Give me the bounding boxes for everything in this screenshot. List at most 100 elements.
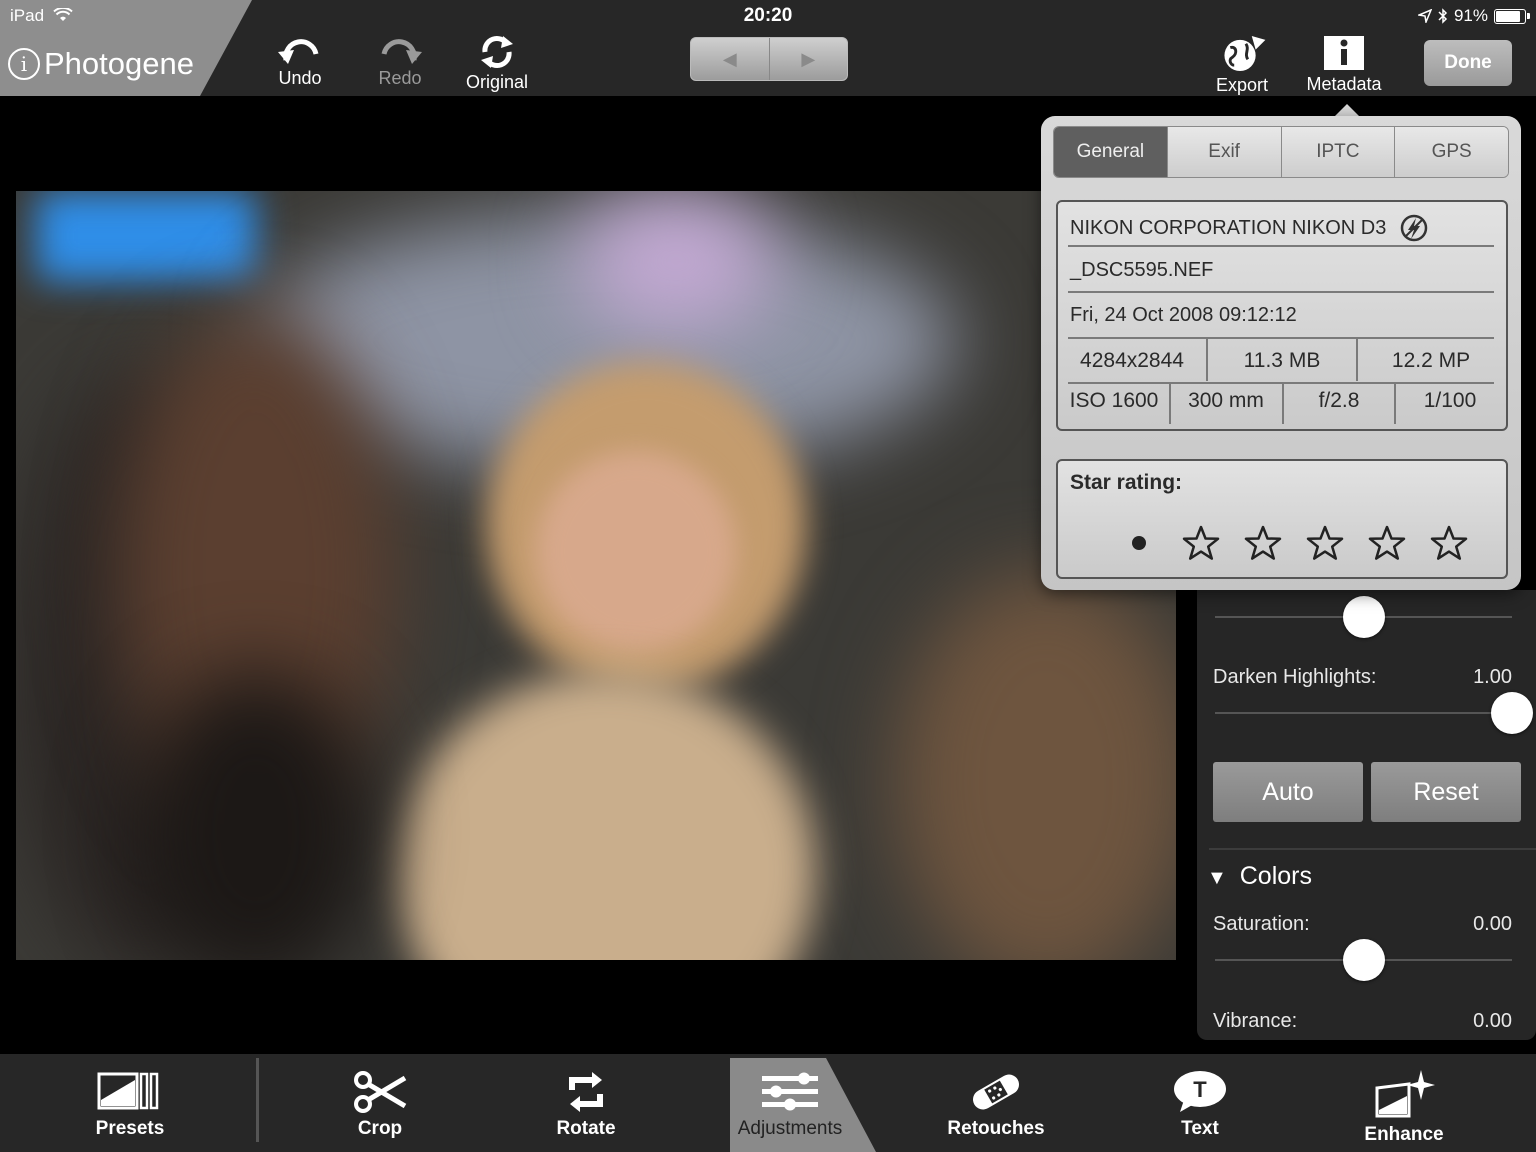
row-divider bbox=[1068, 382, 1494, 384]
star-icon bbox=[1368, 525, 1406, 560]
speech-bubble-icon: T bbox=[1174, 1071, 1226, 1112]
darken-highlights-knob[interactable] bbox=[1491, 692, 1533, 734]
sliders-icon bbox=[762, 1072, 818, 1111]
rotate-tool[interactable]: Rotate bbox=[536, 1054, 636, 1152]
presets-icon bbox=[97, 1072, 159, 1110]
aperture: f/2.8 bbox=[1318, 389, 1360, 412]
text-tool[interactable]: T Text bbox=[1150, 1054, 1250, 1152]
saturation-row: Saturation: 0.00 bbox=[1213, 913, 1512, 936]
no-rating-dot[interactable] bbox=[1108, 521, 1170, 565]
chevron-left-icon: ◀ bbox=[722, 48, 737, 69]
disclosure-triangle-icon: ▼ bbox=[1207, 867, 1227, 889]
undo-label: Undo bbox=[278, 68, 322, 88]
star-1[interactable] bbox=[1170, 521, 1232, 565]
info-square-icon bbox=[1324, 36, 1364, 70]
done-button[interactable]: Done bbox=[1424, 40, 1512, 86]
vibrance-label: Vibrance: bbox=[1213, 1010, 1298, 1032]
crop-tool[interactable]: Crop bbox=[330, 1054, 430, 1152]
export-globe-icon bbox=[1224, 35, 1266, 72]
photo-bg-pink bbox=[576, 191, 776, 331]
status-right: 91% bbox=[1417, 6, 1530, 26]
camera-model: NIKON CORPORATION NIKON D3 bbox=[1070, 216, 1387, 239]
original-icon bbox=[481, 36, 513, 68]
auto-button[interactable]: Auto bbox=[1213, 762, 1363, 822]
photo-canvas[interactable] bbox=[16, 191, 1176, 960]
vibrance-row: Vibrance: 0.00 bbox=[1213, 1010, 1512, 1033]
photo-person-right bbox=[896, 571, 1176, 960]
retouches-tool[interactable]: Retouches bbox=[936, 1054, 1056, 1152]
colors-section-header[interactable]: ▼ Colors bbox=[1207, 862, 1512, 891]
redo-button[interactable]: Redo bbox=[370, 34, 430, 96]
star-3[interactable] bbox=[1294, 521, 1356, 565]
star-5[interactable] bbox=[1418, 521, 1480, 565]
toolbar-divider bbox=[256, 1058, 259, 1142]
darken-highlights-value: 1.00 bbox=[1473, 666, 1512, 688]
presets-tool[interactable]: Presets bbox=[80, 1054, 180, 1152]
enhance-tool[interactable]: Enhance bbox=[1354, 1054, 1454, 1152]
tab-gps[interactable]: GPS bbox=[1394, 127, 1508, 177]
previous-image-button[interactable]: ◀ bbox=[691, 38, 769, 80]
enhance-sparkle-icon bbox=[1375, 1070, 1435, 1118]
star-4[interactable] bbox=[1356, 521, 1418, 565]
star-2[interactable] bbox=[1232, 521, 1294, 565]
adjustments-tool[interactable]: Adjustments bbox=[730, 1054, 850, 1152]
next-image-button[interactable]: ▶ bbox=[768, 38, 848, 80]
tab-general[interactable]: General bbox=[1054, 127, 1167, 177]
saturation-label: Saturation: bbox=[1213, 913, 1310, 935]
undo-button[interactable]: Undo bbox=[270, 34, 330, 96]
capture-date: Fri, 24 Oct 2008 09:12:12 bbox=[1070, 304, 1297, 326]
darken-highlights-row: Darken Highlights: 1.00 bbox=[1213, 666, 1512, 689]
saturation-value: 0.00 bbox=[1473, 913, 1512, 935]
colors-section-label: Colors bbox=[1239, 862, 1312, 890]
chevron-right-icon: ▶ bbox=[801, 48, 816, 69]
retouches-label: Retouches bbox=[947, 1118, 1045, 1139]
bandage-icon bbox=[973, 1074, 1019, 1110]
undo-icon bbox=[278, 39, 319, 64]
top-slider-knob[interactable] bbox=[1342, 596, 1385, 638]
photo-person-face bbox=[536, 451, 736, 651]
star-rating-label: Star rating: bbox=[1070, 471, 1183, 494]
flash-icon bbox=[1401, 214, 1428, 242]
star-icon bbox=[1306, 525, 1344, 560]
focal-length: 300 mm bbox=[1188, 389, 1264, 412]
darken-highlights-label: Darken Highlights: bbox=[1213, 666, 1377, 688]
darken-highlights-slider[interactable] bbox=[1215, 692, 1533, 734]
battery-icon bbox=[1494, 8, 1530, 24]
location-icon bbox=[1417, 9, 1432, 23]
bottom-toolbar: Presets Crop Rotate Adjustments Retouche… bbox=[0, 1054, 1536, 1152]
row-divider bbox=[1068, 245, 1494, 247]
info-icon[interactable]: i bbox=[8, 48, 40, 80]
top-slider[interactable] bbox=[1215, 596, 1512, 638]
metadata-tabs: General Exif IPTC GPS bbox=[1053, 126, 1509, 178]
section-divider bbox=[1209, 848, 1536, 850]
megapixels: 12.2 MP bbox=[1391, 349, 1471, 372]
battery-percent: 91% bbox=[1453, 6, 1488, 25]
iso-value: ISO 1600 bbox=[1069, 389, 1159, 412]
crop-label: Crop bbox=[357, 1118, 403, 1139]
presets-label: Presets bbox=[95, 1118, 165, 1139]
general-info-box: NIKON CORPORATION NIKON D3 _DSC5595.NEF … bbox=[1056, 200, 1508, 431]
star-icon bbox=[1182, 525, 1220, 560]
rotate-label: Rotate bbox=[556, 1118, 616, 1139]
tab-exif[interactable]: Exif bbox=[1166, 127, 1281, 177]
filename: _DSC5595.NEF bbox=[1070, 259, 1214, 281]
camera-row: NIKON CORPORATION NIKON D3 bbox=[1070, 214, 1428, 242]
saturation-knob[interactable] bbox=[1342, 939, 1385, 981]
saturation-slider[interactable] bbox=[1215, 939, 1512, 981]
original-button[interactable]: Original bbox=[458, 34, 536, 96]
export-button[interactable]: Export bbox=[1206, 34, 1278, 96]
adjustments-label: Adjustments bbox=[737, 1118, 843, 1139]
adjustments-panel: Darken Highlights: 1.00 Auto Reset ▼ Col… bbox=[1197, 590, 1536, 1040]
rotate-icon bbox=[569, 1072, 603, 1112]
svg-text:T: T bbox=[1193, 1077, 1207, 1102]
file-size: 11.3 MB bbox=[1243, 349, 1321, 372]
reset-button[interactable]: Reset bbox=[1371, 762, 1521, 822]
enhance-label: Enhance bbox=[1364, 1124, 1444, 1145]
star-icon bbox=[1244, 525, 1282, 560]
original-label: Original bbox=[465, 72, 529, 92]
redo-icon bbox=[381, 39, 422, 64]
bluetooth-icon bbox=[1438, 8, 1448, 24]
tab-iptc[interactable]: IPTC bbox=[1280, 127, 1395, 177]
metadata-button[interactable]: Metadata bbox=[1300, 34, 1388, 96]
app-title[interactable]: i Photogene bbox=[8, 44, 194, 84]
